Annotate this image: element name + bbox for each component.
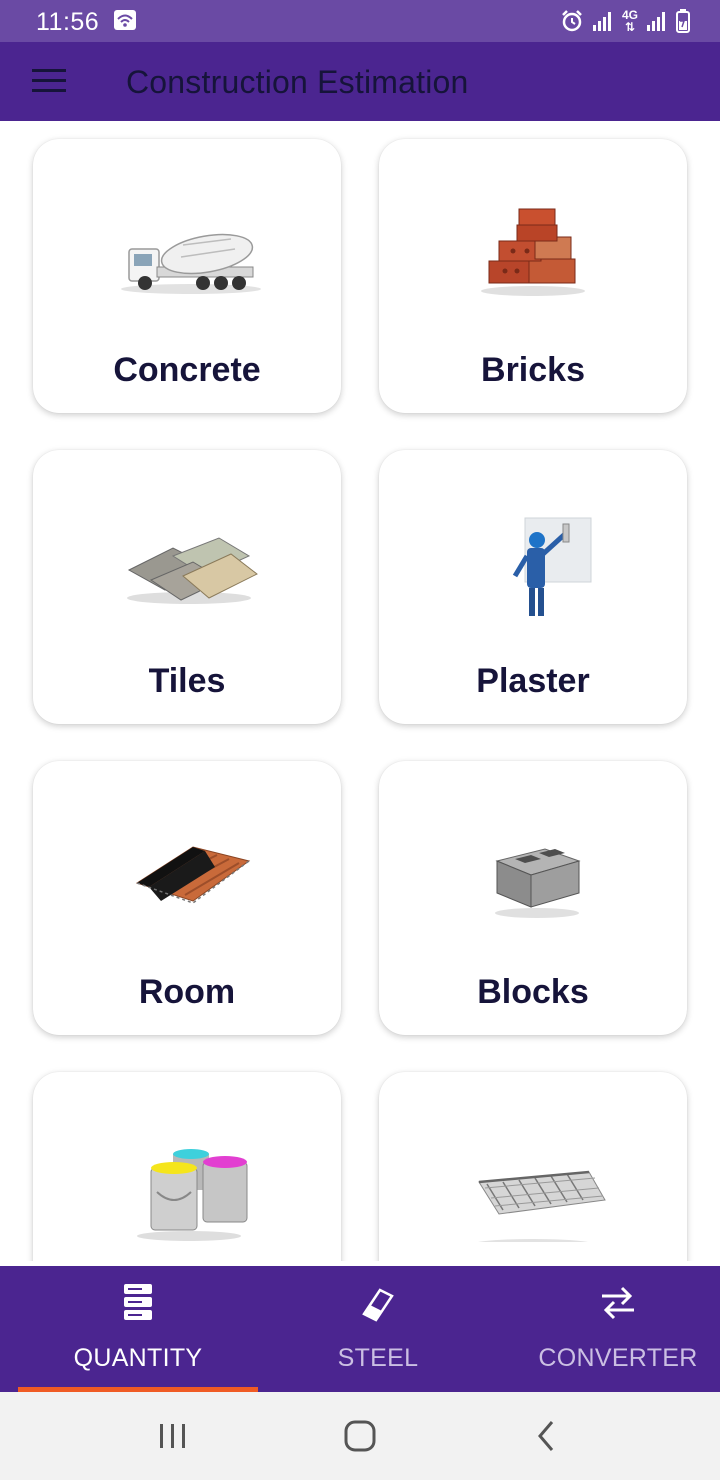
worker-plastering-image [379,510,687,620]
signal-icon [592,10,614,32]
tab-label: QUANTITY [73,1344,203,1372]
recent-apps-icon[interactable] [142,1416,202,1456]
card-blocks[interactable]: Blocks [379,761,687,1035]
server-stack-icon [18,1282,258,1322]
brick-pile-image [379,199,687,309]
signal-icon-2 [646,10,668,32]
alarm-icon [560,9,584,33]
battery-icon [676,9,690,33]
network-label: 4G [621,8,638,22]
tab-label: STEEL [337,1344,419,1372]
network-type: 4G ⇅ [621,8,638,34]
card-label: Room [138,973,236,1011]
card-plaster[interactable]: Plaster [379,450,687,724]
paint-buckets-image [33,1132,341,1242]
home-icon[interactable] [330,1416,390,1456]
stacked-tiles-image [33,510,341,620]
card-label: Bricks [481,351,585,389]
tab-steel[interactable]: STEEL [258,1266,498,1392]
app-title: Construction Estimation [126,64,469,100]
status-icons: 4G ⇅ [560,9,690,33]
card-tiles[interactable]: Tiles [33,450,341,724]
bottom-navigation: QUANTITY STEEL CONVERTER [0,1266,720,1392]
back-icon[interactable] [518,1416,578,1456]
status-time: 11:56 [36,8,100,36]
status-bar: 11:56 4G ⇅ [0,0,720,42]
tab-converter[interactable]: CONVERTER [498,1266,720,1392]
steel-mesh-beam-image [379,1132,687,1249]
card-label: Blocks [477,973,589,1011]
system-navigation-bar [0,1392,720,1480]
eraser-icon [258,1282,498,1322]
card-steel-mesh[interactable] [379,1072,687,1261]
card-bricks[interactable]: Bricks [379,139,687,413]
tab-quantity[interactable]: QUANTITY [18,1266,258,1392]
card-label: Tiles [148,662,226,700]
roof-section-image [33,821,341,931]
card-label: Concrete [113,351,261,389]
concrete-mixer-truck-image [33,199,341,309]
card-concrete[interactable]: Concrete [33,139,341,413]
hamburger-menu-icon[interactable] [24,60,74,102]
estimation-grid: Concrete Bricks Tiles Plaster Room Block… [0,121,720,1261]
card-room[interactable]: Room [33,761,341,1035]
swap-arrows-icon [498,1282,720,1322]
wifi-icon [114,10,136,30]
concrete-block-image [379,821,687,931]
tab-label: CONVERTER [538,1344,698,1372]
app-bar: Construction Estimation [0,42,720,121]
card-paint[interactable] [33,1072,341,1261]
card-label: Plaster [476,662,590,700]
